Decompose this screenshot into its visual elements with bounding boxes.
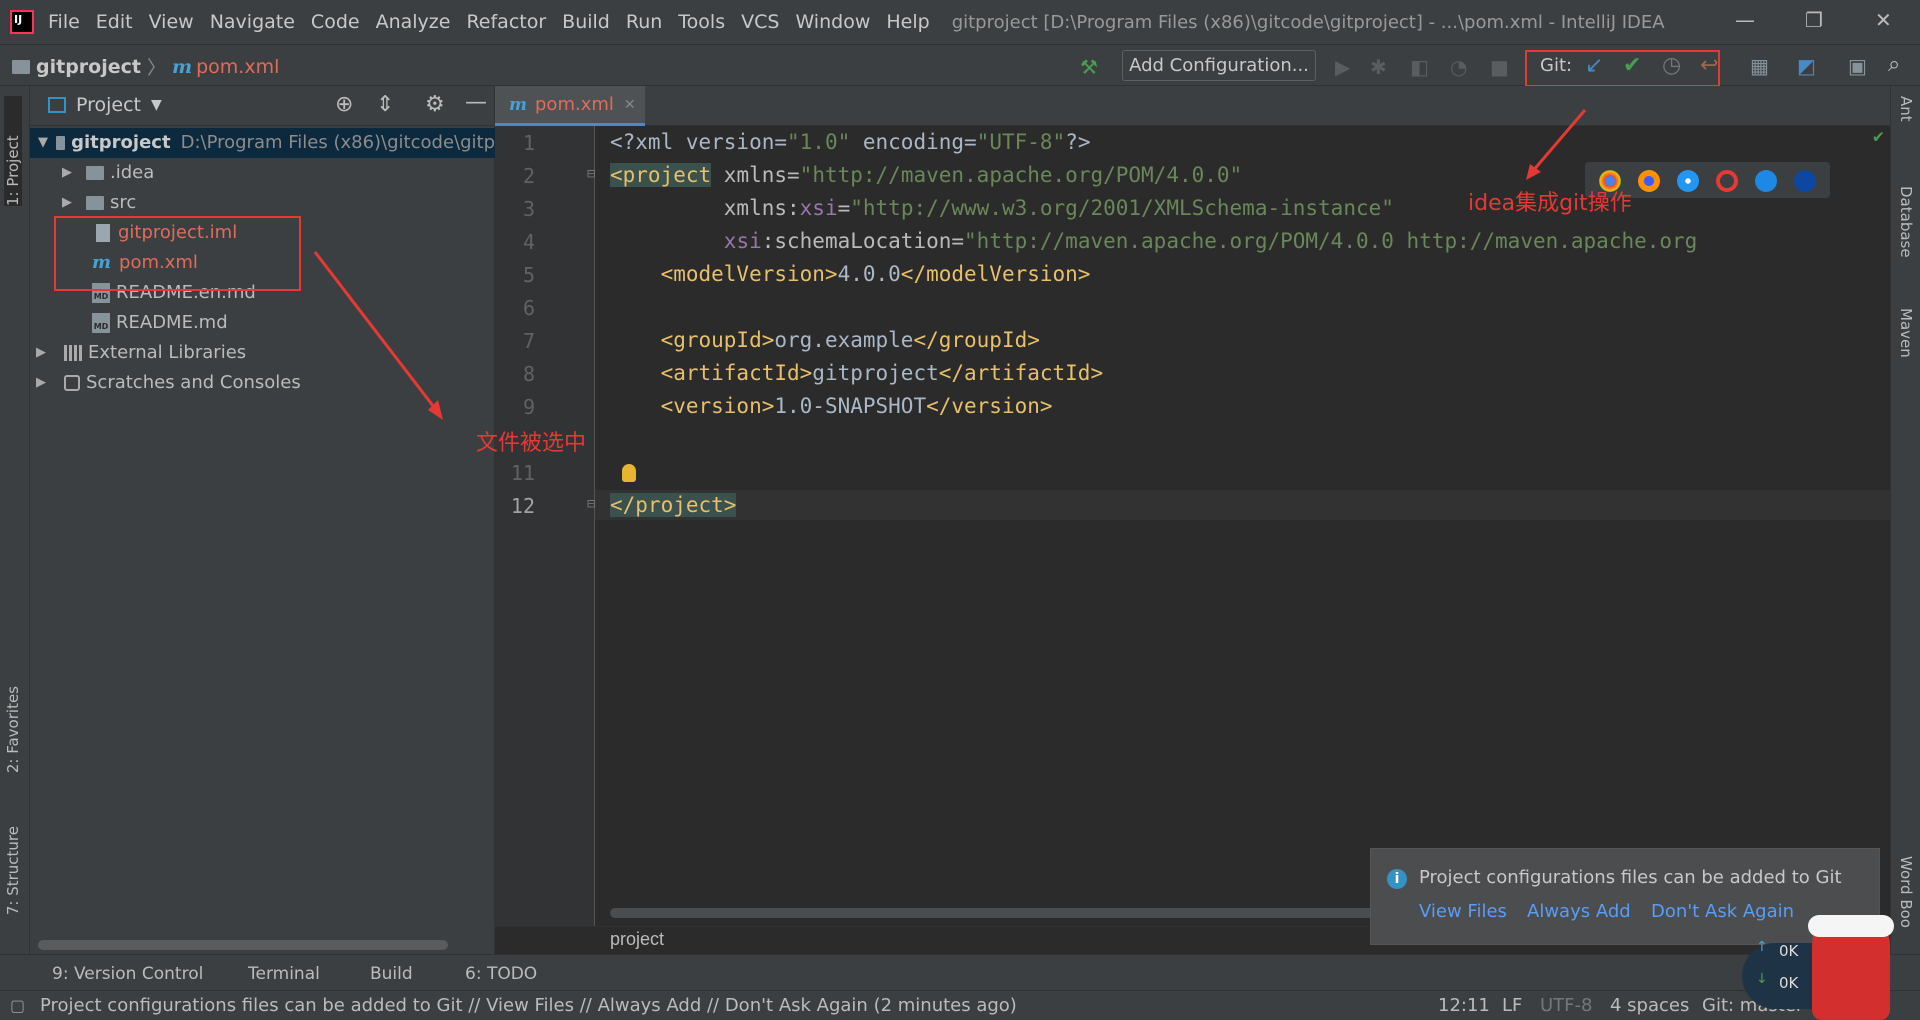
annotation-file-selected: 文件被选中 <box>476 431 587 456</box>
arrow-to-selection <box>313 251 442 416</box>
arrow-to-git <box>1530 109 1587 173</box>
upload-speed: 0K <box>1779 942 1799 960</box>
annotation-arrows <box>313 109 1587 420</box>
annotation-git-integration: idea集成git操作 <box>1468 191 1632 216</box>
network-speed-widget[interactable]: ↑ ↓ 0K 0K <box>1742 915 1920 1020</box>
stocking-cuff <box>1808 915 1894 937</box>
download-speed: 0K <box>1779 974 1799 992</box>
